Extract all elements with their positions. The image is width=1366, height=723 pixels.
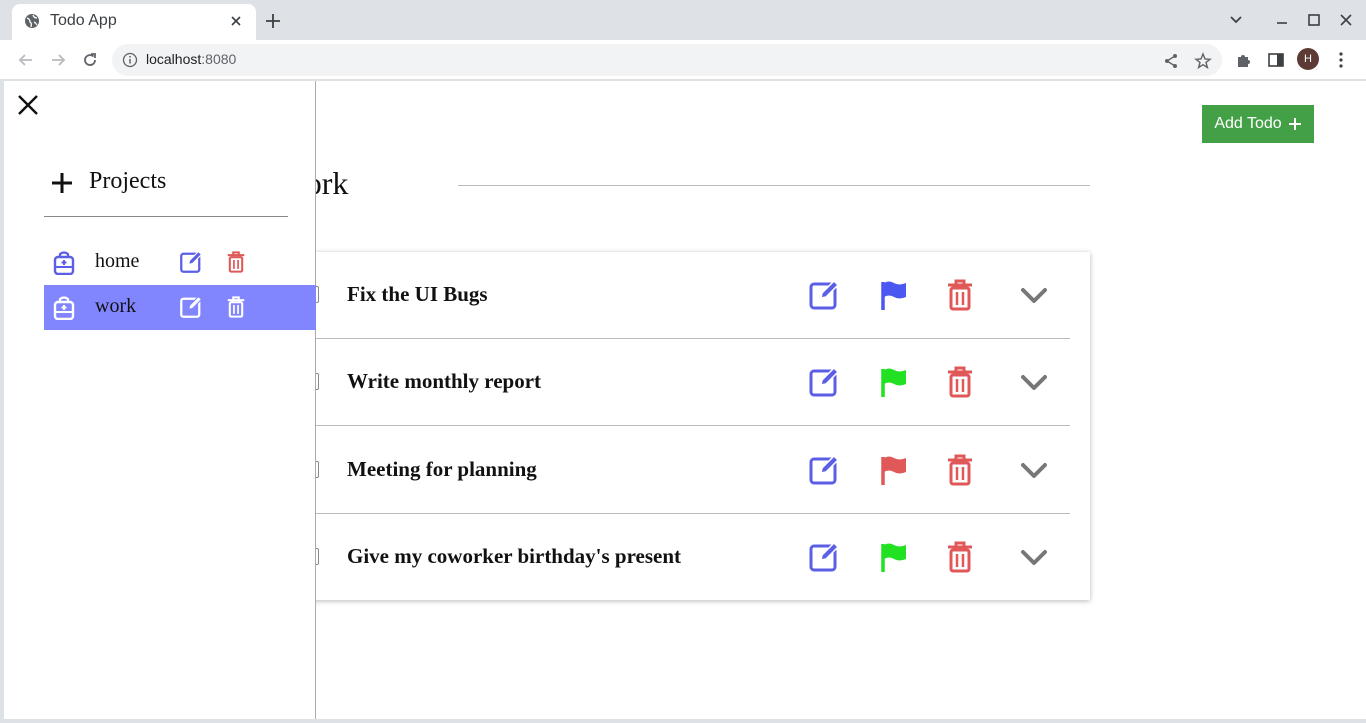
- edit-icon[interactable]: [808, 366, 840, 398]
- delete-trash-icon[interactable]: [944, 541, 976, 573]
- browser-menu-icon[interactable]: [1331, 50, 1351, 70]
- tab-close-icon[interactable]: [228, 13, 244, 29]
- window-close-icon[interactable]: [1336, 10, 1356, 30]
- share-icon[interactable]: [1162, 52, 1180, 70]
- todo-item: Write monthly report: [254, 339, 1070, 426]
- projects-sidebar: Projects home work: [4, 81, 316, 719]
- todo-list: Fix the UI Bugs Write monthly report Mee…: [254, 252, 1090, 600]
- back-icon[interactable]: [16, 50, 36, 70]
- address-bar[interactable]: localhost:8080: [112, 44, 1222, 76]
- edit-icon[interactable]: [808, 279, 840, 311]
- priority-flag-icon[interactable]: [878, 366, 910, 398]
- maximize-icon[interactable]: [1304, 10, 1324, 30]
- todo-title: Write monthly report: [347, 369, 542, 393]
- todo-title: Meeting for planning: [347, 457, 537, 481]
- tab-search-chevron-icon[interactable]: [1226, 10, 1246, 30]
- reload-icon[interactable]: [80, 50, 100, 70]
- page-viewport: Add Todo Project work Fix the UI Bugs Wr…: [4, 81, 1366, 719]
- todo-item: Meeting for planning: [254, 427, 1070, 514]
- browser-toolbar: localhost:8080: [0, 40, 1366, 80]
- url-text: localhost:8080: [146, 51, 237, 67]
- expand-chevron-icon[interactable]: [1018, 366, 1050, 398]
- minimize-icon[interactable]: [1272, 10, 1292, 30]
- tab-title: Todo App: [50, 12, 117, 29]
- delete-project-icon[interactable]: [225, 295, 247, 319]
- browser-tab-strip: Todo App: [0, 0, 1366, 40]
- site-info-icon[interactable]: [122, 52, 138, 68]
- edit-project-icon[interactable]: [179, 250, 203, 274]
- sidebar-project-work[interactable]: work: [44, 285, 316, 330]
- heading-divider: [458, 185, 1090, 186]
- extensions-puzzle-icon[interactable]: [1234, 50, 1254, 70]
- project-name: work: [95, 295, 137, 317]
- side-panel-icon[interactable]: [1266, 50, 1286, 70]
- delete-trash-icon[interactable]: [944, 279, 976, 311]
- edit-icon[interactable]: [808, 454, 840, 486]
- backpack-icon: [53, 251, 75, 275]
- expand-chevron-icon[interactable]: [1018, 279, 1050, 311]
- todo-title: Fix the UI Bugs: [347, 282, 488, 306]
- expand-chevron-icon[interactable]: [1018, 454, 1050, 486]
- todo-title: Give my coworker birthday's present: [347, 544, 682, 568]
- delete-project-icon[interactable]: [225, 250, 247, 274]
- plus-icon: [1288, 118, 1301, 130]
- globe-icon: [25, 14, 39, 28]
- backpack-icon: [53, 296, 75, 320]
- priority-flag-icon[interactable]: [878, 541, 910, 573]
- forward-icon[interactable]: [48, 50, 68, 70]
- add-project-icon[interactable]: [50, 171, 74, 195]
- priority-flag-icon[interactable]: [878, 279, 910, 311]
- todo-item: Give my coworker birthday's present: [254, 514, 1070, 601]
- edit-project-icon[interactable]: [179, 295, 203, 319]
- bookmark-star-icon[interactable]: [1194, 52, 1212, 70]
- close-sidebar-icon[interactable]: [16, 93, 40, 117]
- add-todo-button[interactable]: Add Todo: [1202, 105, 1314, 143]
- sidebar-project-home[interactable]: home: [44, 240, 316, 285]
- projects-header: Projects: [44, 165, 288, 217]
- delete-trash-icon[interactable]: [944, 454, 976, 486]
- new-tab-icon[interactable]: [264, 12, 282, 30]
- add-todo-label: Add Todo: [1214, 115, 1282, 132]
- edit-icon[interactable]: [808, 541, 840, 573]
- project-name: home: [95, 250, 140, 272]
- priority-flag-icon[interactable]: [878, 454, 910, 486]
- delete-trash-icon[interactable]: [944, 366, 976, 398]
- expand-chevron-icon[interactable]: [1018, 541, 1050, 573]
- profile-avatar[interactable]: H: [1297, 48, 1319, 70]
- projects-header-label: Projects: [89, 168, 167, 194]
- todo-item: Fix the UI Bugs: [254, 252, 1070, 339]
- browser-tab[interactable]: Todo App: [12, 4, 256, 40]
